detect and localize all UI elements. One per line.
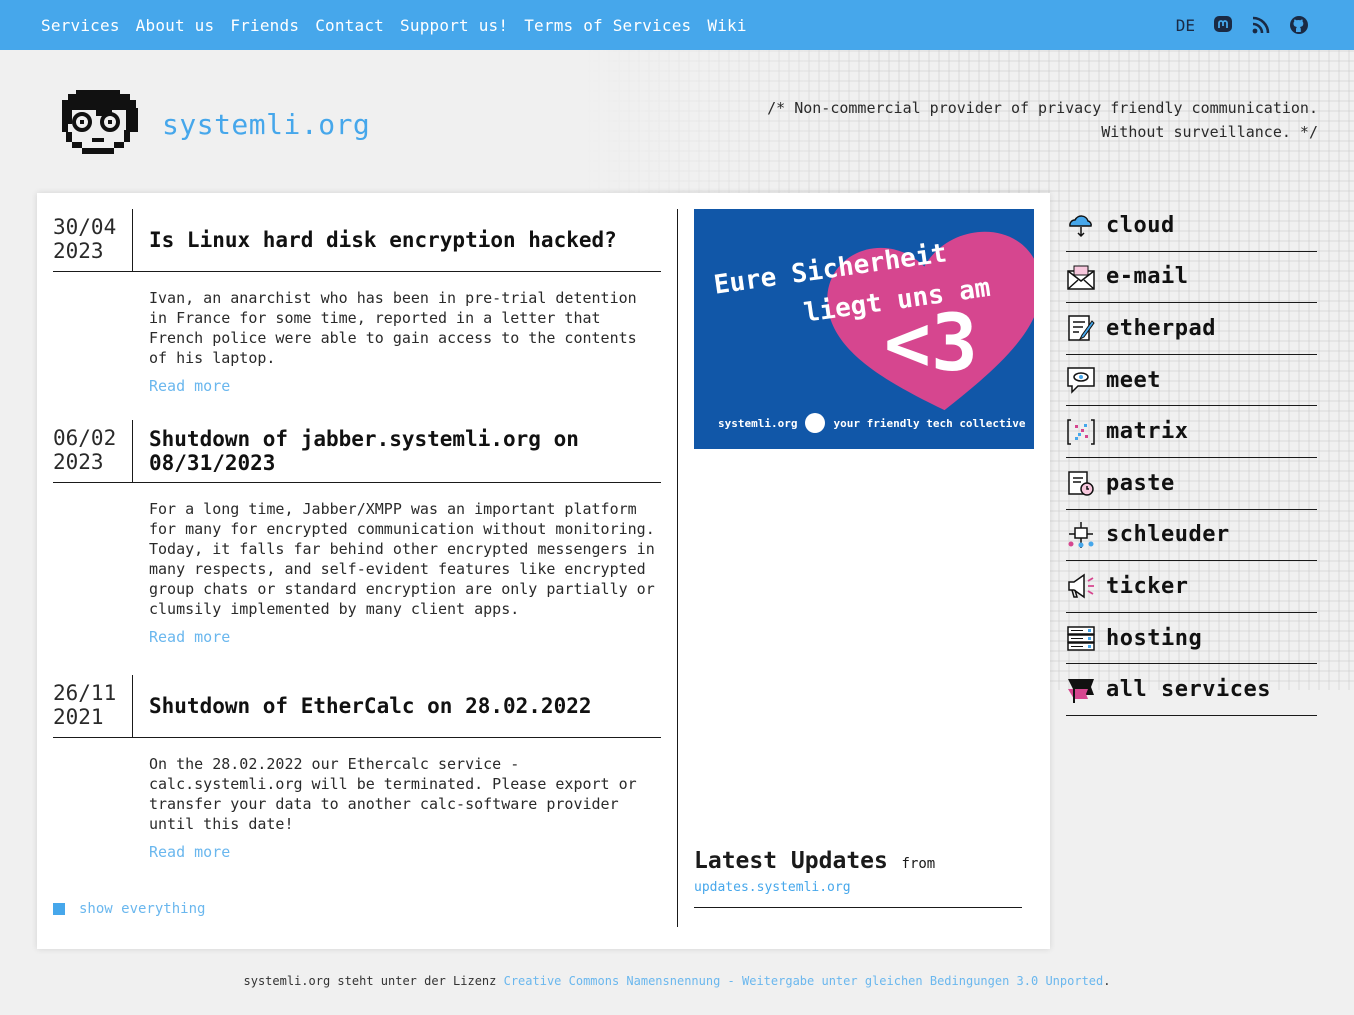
mini-logo-icon (805, 413, 826, 433)
mastodon-icon[interactable] (1213, 15, 1233, 35)
post-body: Ivan, an anarchist who has been in pre-t… (53, 272, 661, 422)
systemli-logo[interactable] (56, 86, 140, 160)
post-date: 06/02 2023 (53, 420, 133, 482)
banner-heart-text: <3 (884, 299, 978, 389)
page-footer: systemli.org steht unter der Lizenz Crea… (0, 974, 1354, 988)
news-list: 30/04 2023 Is Linux hard disk encryption… (53, 209, 661, 862)
matrix-icon (1067, 418, 1095, 445)
post-date-daymonth: 30/04 (53, 215, 117, 239)
post-date-year: 2023 (53, 239, 104, 263)
license-link[interactable]: Creative Commons Namensnennung - Weiterg… (504, 974, 1104, 988)
service-label: hosting (1106, 625, 1203, 651)
post-date-year: 2021 (53, 705, 104, 729)
cloud-icon (1069, 215, 1092, 238)
services-list: cloud e-mail etherpad meet matrix paste … (1066, 200, 1317, 716)
service-label: matrix (1106, 419, 1189, 445)
service-schleuder[interactable]: schleuder (1066, 510, 1317, 562)
post-title[interactable]: Shutdown of jabber.systemli.org on 08/31… (133, 420, 661, 482)
post-date: 30/04 2023 (53, 209, 133, 271)
flag-icon (1068, 678, 1094, 703)
footer-end: . (1103, 974, 1111, 988)
service-label: meet (1106, 367, 1161, 393)
news-post: 26/11 2021 Shutdown of EtherCalc on 28.0… (53, 675, 661, 862)
topbar-right: DE (1176, 15, 1309, 35)
footer-text: systemli.org steht unter der Lizenz (243, 974, 504, 988)
post-excerpt: On the 28.02.2022 our Ethercalc service … (149, 755, 637, 833)
show-everything-link[interactable]: show everything (53, 901, 205, 917)
main-content-card: 30/04 2023 Is Linux hard disk encryption… (37, 193, 1050, 949)
banner-site: systemli.org (718, 416, 798, 430)
donation-banner[interactable]: Eure Sicherheit liegt uns am <3 systemli… (694, 209, 1034, 449)
ticker-icon (1068, 574, 1094, 599)
site-name[interactable]: systemli.org (162, 108, 370, 141)
service-hosting[interactable]: hosting (1066, 613, 1317, 665)
news-post: 06/02 2023 Shutdown of jabber.systemli.o… (53, 420, 661, 675)
schleuder-icon (1068, 521, 1094, 548)
post-body: On the 28.02.2022 our Ethercalc service … (53, 738, 661, 862)
site-header: systemli.org /* Non-commercial provider … (56, 86, 1318, 166)
pad-icon (1068, 315, 1095, 342)
post-excerpt: Ivan, an anarchist who has been in pre-t… (149, 289, 637, 367)
service-cloud[interactable]: cloud (1066, 200, 1317, 252)
post-body: For a long time, Jabber/XMPP was an impo… (53, 483, 661, 675)
service-label: etherpad (1106, 315, 1216, 341)
meet-icon (1067, 367, 1095, 394)
language-switch[interactable]: DE (1176, 16, 1195, 35)
post-title[interactable]: Shutdown of EtherCalc on 28.02.2022 (133, 675, 661, 737)
github-icon[interactable] (1289, 15, 1309, 35)
latest-updates: Latest Updates from updates.systemli.org (694, 848, 1022, 908)
banner-slogan: your friendly tech collective (833, 416, 1026, 430)
nav-about[interactable]: About us (136, 16, 215, 35)
post-header: 26/11 2021 Shutdown of EtherCalc on 28.0… (53, 675, 661, 738)
square-bullet-icon (53, 903, 65, 915)
read-more-link[interactable]: Read more (149, 376, 661, 396)
service-label: e-mail (1106, 264, 1189, 290)
post-date-year: 2023 (53, 450, 104, 474)
read-more-link[interactable]: Read more (149, 627, 661, 647)
nav-contact[interactable]: Contact (315, 16, 384, 35)
updates-from: from (901, 856, 936, 872)
news-post: 30/04 2023 Is Linux hard disk encryption… (53, 209, 661, 422)
post-date: 26/11 2021 (53, 675, 133, 737)
service-meet[interactable]: meet (1066, 355, 1317, 407)
service-ticker[interactable]: ticker (1066, 561, 1317, 613)
column-divider (677, 209, 678, 927)
service-paste[interactable]: paste (1066, 458, 1317, 510)
service-label: cloud (1106, 212, 1175, 238)
service-etherpad[interactable]: etherpad (1066, 303, 1317, 355)
updates-link[interactable]: updates.systemli.org (694, 880, 1022, 908)
updates-title: Latest Updates (694, 848, 888, 874)
nav-support[interactable]: Support us! (400, 16, 508, 35)
post-date-daymonth: 26/11 (53, 681, 117, 705)
service-label: ticker (1106, 573, 1189, 599)
nav-wiki[interactable]: Wiki (707, 16, 746, 35)
service-label: schleuder (1106, 522, 1230, 548)
post-title[interactable]: Is Linux hard disk encryption hacked? (133, 209, 661, 271)
post-header: 30/04 2023 Is Linux hard disk encryption… (53, 209, 661, 272)
post-date-daymonth: 06/02 (53, 426, 117, 450)
service-email[interactable]: e-mail (1066, 252, 1317, 304)
main-nav: Services About us Friends Contact Suppor… (41, 16, 763, 35)
hosting-icon (1067, 626, 1095, 651)
post-excerpt: For a long time, Jabber/XMPP was an impo… (149, 500, 655, 618)
service-all[interactable]: all services (1066, 664, 1317, 716)
mail-icon (1067, 265, 1095, 290)
service-matrix[interactable]: matrix (1066, 406, 1317, 458)
nav-services[interactable]: Services (41, 16, 120, 35)
nav-terms[interactable]: Terms of Services (524, 16, 691, 35)
service-label: paste (1106, 470, 1175, 496)
top-navigation: Services About us Friends Contact Suppor… (0, 0, 1354, 50)
show-everything-label: show everything (79, 901, 206, 917)
post-header: 06/02 2023 Shutdown of jabber.systemli.o… (53, 420, 661, 483)
nav-friends[interactable]: Friends (230, 16, 299, 35)
read-more-link[interactable]: Read more (149, 842, 661, 862)
service-label: all services (1106, 677, 1271, 703)
banner-footer: systemli.org your friendly tech collecti… (718, 413, 1026, 433)
rss-icon[interactable] (1251, 15, 1271, 35)
site-tagline: /* Non-commercial provider of privacy fr… (767, 99, 1318, 141)
paste-icon (1068, 471, 1094, 497)
